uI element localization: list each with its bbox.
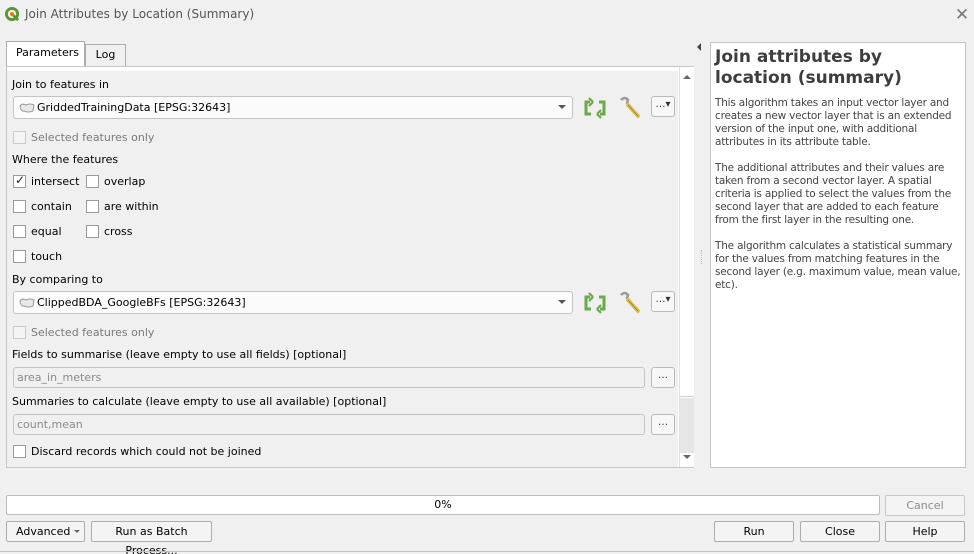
predicate-touch-checkbox[interactable] [13, 250, 26, 263]
predicate-overlap-checkbox[interactable] [86, 175, 99, 188]
predicate-touch-label: touch [31, 250, 63, 263]
help-title: Join attributes by location (summary) [715, 47, 902, 88]
help-paragraph: The additional attributes and their valu… [715, 162, 952, 226]
predicate-contain-label: contain [31, 200, 72, 213]
join-layer-options-button[interactable]: …▾ [651, 96, 675, 117]
join-layer-combo[interactable]: GriddedTrainingData [EPSG:32643] [13, 96, 573, 119]
compare-selected-only-checkbox[interactable] [13, 326, 26, 339]
wrench-icon[interactable] [617, 291, 643, 315]
predicate-cross-label: cross [104, 225, 133, 238]
fields-select-button[interactable]: … [651, 367, 675, 388]
chevron-down-icon [558, 300, 566, 304]
compare-layer-combo[interactable]: ClippedBDA_GoogleBFs [EPSG:32643] [13, 291, 573, 314]
fields-label: Fields to summarise (leave empty to use … [12, 348, 347, 361]
chevron-down-icon [558, 105, 566, 109]
scrollbar-track[interactable] [680, 398, 694, 453]
qgis-logo-icon [5, 7, 20, 22]
chevron-down-icon [74, 530, 80, 533]
progress-bar: 0% [6, 495, 880, 515]
tab-log[interactable]: Log [85, 44, 126, 66]
window-bottom-border [0, 551, 974, 552]
summaries-label: Summaries to calculate (leave empty to u… [12, 395, 387, 408]
close-icon[interactable]: ✕ [952, 5, 972, 25]
scrollbar-thumb[interactable] [680, 85, 694, 397]
join-layer-value: GriddedTrainingData [EPSG:32643] [37, 101, 231, 114]
tab-parameters[interactable]: Parameters [6, 41, 85, 66]
fields-input[interactable]: area_in_meters [13, 367, 645, 388]
predicate-label: Where the features [12, 153, 119, 166]
window-title: Join Attributes by Location (Summary) [25, 7, 255, 21]
advanced-button[interactable]: Advanced [6, 521, 85, 542]
polygon-layer-icon [19, 298, 35, 308]
help-button[interactable]: Help [885, 521, 965, 542]
splitter-handle[interactable] [701, 250, 703, 264]
iterate-refresh-icon[interactable] [582, 291, 608, 315]
predicate-intersect-checkbox[interactable]: ✓ [13, 173, 26, 188]
predicate-cross-checkbox[interactable] [86, 225, 99, 238]
join-selected-only-checkbox[interactable] [13, 131, 26, 144]
collapse-help-arrow-icon[interactable] [697, 43, 701, 51]
help-panel: Join attributes by location (summary) Th… [710, 42, 966, 468]
title-bar: Join Attributes by Location (Summary) ✕ [0, 0, 974, 30]
predicate-equal-checkbox[interactable] [13, 225, 26, 238]
iterate-refresh-icon[interactable] [582, 96, 608, 120]
join-selected-only-label: Selected features only [31, 131, 155, 144]
polygon-layer-icon [19, 103, 35, 113]
parameters-panel: Join to features in GriddedTrainingData … [6, 66, 694, 468]
scroll-down-arrow-icon[interactable] [683, 455, 691, 459]
summaries-select-button[interactable]: … [651, 414, 675, 435]
cancel-button[interactable]: Cancel [885, 495, 965, 516]
advanced-label: Advanced [16, 525, 71, 538]
predicate-contain-checkbox[interactable] [13, 200, 26, 213]
join-to-label: Join to features in [12, 78, 110, 91]
predicate-within-label: are within [104, 200, 159, 213]
predicate-overlap-label: overlap [104, 175, 146, 188]
run-batch-button[interactable]: Run as Batch Process... [91, 521, 212, 554]
predicate-within-checkbox[interactable] [86, 200, 99, 213]
compare-layer-options-button[interactable]: …▾ [651, 291, 675, 312]
help-paragraph: The algorithm calculates a statistical s… [715, 240, 961, 291]
vertical-scrollbar[interactable] [679, 67, 694, 467]
compare-layer-value: ClippedBDA_GoogleBFs [EPSG:32643] [37, 296, 246, 309]
help-paragraph: This algorithm takes an input vector lay… [715, 97, 952, 148]
predicate-intersect-label: intersect [31, 175, 80, 188]
parameters-scroll-area: Join to features in GriddedTrainingData … [7, 71, 678, 467]
summaries-input[interactable]: count,mean [13, 414, 645, 435]
compare-label: By comparing to [12, 273, 103, 286]
scroll-up-arrow-icon[interactable] [683, 75, 691, 79]
compare-selected-only-label: Selected features only [31, 326, 155, 339]
run-button[interactable]: Run [714, 521, 794, 542]
close-button[interactable]: Close [800, 521, 880, 542]
discard-checkbox[interactable] [13, 445, 26, 458]
wrench-icon[interactable] [617, 96, 643, 120]
predicate-equal-label: equal [31, 225, 62, 238]
discard-label: Discard records which could not be joine… [31, 445, 262, 458]
checkmark-icon: ✓ [15, 173, 26, 187]
